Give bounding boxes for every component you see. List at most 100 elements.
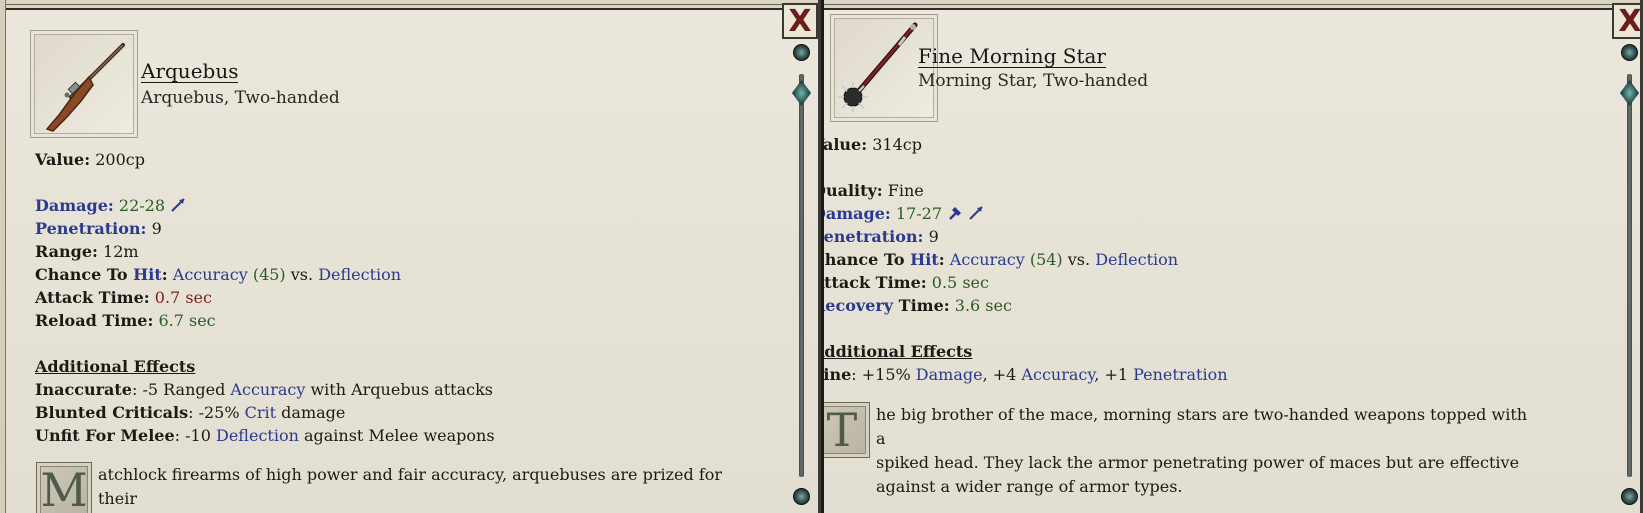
scroll-thumb[interactable]: [792, 80, 811, 106]
effect-name[interactable]: Fine: [824, 365, 851, 384]
attack-time-row: Attack Time: 0.5 sec: [824, 271, 1552, 294]
effect-keyword[interactable]: Deflection: [216, 426, 299, 445]
effect-text: against Melee weapons: [298, 426, 495, 445]
recovery-time-value: 3.6 sec: [954, 296, 1012, 315]
effect-name[interactable]: Unfit For Melee: [35, 426, 175, 445]
chance-to-hit-row: Chance To Hit: Accuracy (45) vs. Deflect…: [35, 263, 775, 286]
range-value: 12m: [103, 242, 139, 261]
additional-effects-heading: Additional Effects: [824, 342, 973, 361]
value-amount: 200cp: [95, 150, 145, 169]
deflection-keyword[interactable]: Deflection: [318, 265, 401, 284]
effect-name[interactable]: Blunted Criticals: [35, 403, 188, 422]
item-name: Arquebus: [141, 59, 239, 83]
recovery-time-row: Recovery Time: 3.6 sec: [824, 294, 1552, 317]
penetration-row: Penetration: 9: [824, 225, 1552, 248]
effect-row: Fine: +15% Damage, +4 Accuracy, +1 Penet…: [824, 363, 1552, 386]
effect-text: with Arquebus attacks: [305, 380, 493, 399]
scrollbar-track[interactable]: [799, 74, 804, 477]
damage-label[interactable]: Damage:: [35, 196, 114, 215]
damage-value: 22-28: [118, 196, 166, 215]
arquebus-icon: [45, 43, 125, 132]
item-type: Morning Star, Two-handed: [918, 71, 1149, 91]
panel-left-border: [0, 0, 6, 513]
item-tooltip-fine-morning-star: X Fine Morning Star Morning Star, Two-ha…: [824, 0, 1643, 513]
value-label: Value:: [35, 150, 91, 169]
description-line: against a wider range of armor types.: [876, 477, 1183, 496]
scroll-down-knob[interactable]: [1621, 488, 1638, 505]
scroll-up-knob[interactable]: [793, 44, 810, 61]
quality-row: Quality: Fine: [824, 179, 1552, 202]
penetration-row: Penetration: 9: [35, 217, 775, 240]
effect-text: : -5 Ranged: [131, 380, 231, 399]
additional-effects-heading-row: Additional Effects: [824, 340, 1552, 363]
damage-row: Damage: 22-28: [35, 194, 775, 217]
attack-time-label: Attack Time:: [35, 288, 150, 307]
scroll-thumb[interactable]: [1620, 80, 1639, 106]
damage-row: Damage: 17-27: [824, 202, 1552, 225]
description-line: spiked head. They lack the armor penetra…: [876, 453, 1520, 472]
attack-time-row: Attack Time: 0.7 sec: [35, 286, 775, 309]
penetration-label[interactable]: Penetration:: [35, 219, 146, 238]
accuracy-value: (45): [252, 265, 286, 284]
panel-top-border: [824, 0, 1640, 10]
value-row: Value: 314cp: [824, 133, 1552, 156]
crush-icon: [949, 207, 962, 220]
additional-effects-heading: Additional Effects: [35, 357, 196, 376]
damage-label[interactable]: Damage:: [824, 204, 891, 223]
accuracy-value: (54): [1029, 250, 1063, 269]
deflection-keyword[interactable]: Deflection: [1095, 250, 1178, 269]
chance-label: Chance To: [824, 250, 905, 269]
recovery-keyword[interactable]: Recovery: [824, 296, 893, 315]
scroll-up-knob[interactable]: [1621, 44, 1638, 61]
hit-keyword[interactable]: Hit: [133, 265, 162, 284]
effect-row: Unfit For Melee: -10 Deflection against …: [35, 424, 775, 447]
item-icon-frame: [830, 14, 938, 122]
chance-colon: :: [938, 250, 945, 269]
vs-text: vs.: [1067, 250, 1091, 269]
value-row: Value: 200cp: [35, 148, 775, 171]
penetration-label[interactable]: Penetration:: [824, 227, 923, 246]
scroll-down-knob[interactable]: [793, 488, 810, 505]
effect-keyword[interactable]: Crit: [245, 403, 276, 422]
pierce-icon: [969, 206, 983, 220]
chance-to-hit-row: Chance To Hit: Accuracy (54) vs. Deflect…: [824, 248, 1552, 271]
penetration-value: 9: [151, 219, 162, 238]
effect-keyword[interactable]: Accuracy: [230, 380, 305, 399]
close-button[interactable]: X: [1612, 3, 1640, 39]
effect-keyword[interactable]: Penetration: [1133, 365, 1227, 384]
reload-time-label: Reload Time:: [35, 311, 154, 330]
effect-keyword[interactable]: Accuracy: [1021, 365, 1094, 384]
value-label: Value:: [824, 135, 868, 154]
accuracy-keyword[interactable]: Accuracy: [950, 250, 1025, 269]
recovery-time-label: Time:: [893, 296, 950, 315]
scrollbar[interactable]: [790, 44, 812, 505]
effect-row: Inaccurate: -5 Ranged Accuracy with Arqu…: [35, 378, 775, 401]
attack-time-label: Attack Time:: [824, 273, 927, 292]
item-icon-frame: [30, 30, 138, 138]
scrollbar-track[interactable]: [1627, 74, 1632, 477]
item-name: Fine Morning Star: [918, 44, 1106, 68]
range-row: Range: 12m: [35, 240, 775, 263]
effect-name[interactable]: Inaccurate: [35, 380, 132, 399]
penetration-value: 9: [928, 227, 939, 246]
morning-star-icon: [838, 22, 918, 112]
effect-keyword[interactable]: Damage: [916, 365, 983, 384]
description-line: he big brother of the mace, morning star…: [876, 405, 1528, 448]
damage-value: 17-27: [895, 204, 943, 223]
chance-colon: :: [161, 265, 168, 284]
close-button[interactable]: X: [782, 3, 818, 39]
effect-text: : +15%: [851, 365, 916, 384]
reload-time-row: Reload Time: 6.7 sec: [35, 309, 775, 332]
accuracy-keyword[interactable]: Accuracy: [173, 265, 248, 284]
quality-value: Fine: [887, 181, 924, 200]
attack-time-value: 0.5 sec: [931, 273, 989, 292]
item-type: Arquebus, Two-handed: [141, 88, 340, 108]
quality-label: Quality:: [824, 181, 883, 200]
scrollbar[interactable]: [1618, 44, 1640, 505]
hit-keyword[interactable]: Hit: [910, 250, 939, 269]
range-label: Range:: [35, 242, 98, 261]
value-amount: 314cp: [872, 135, 922, 154]
effect-text: : -10: [174, 426, 216, 445]
item-tooltip-arquebus: X Arquebus Arquebus, Two-handed Value: 2…: [0, 0, 821, 513]
vs-text: vs.: [290, 265, 314, 284]
